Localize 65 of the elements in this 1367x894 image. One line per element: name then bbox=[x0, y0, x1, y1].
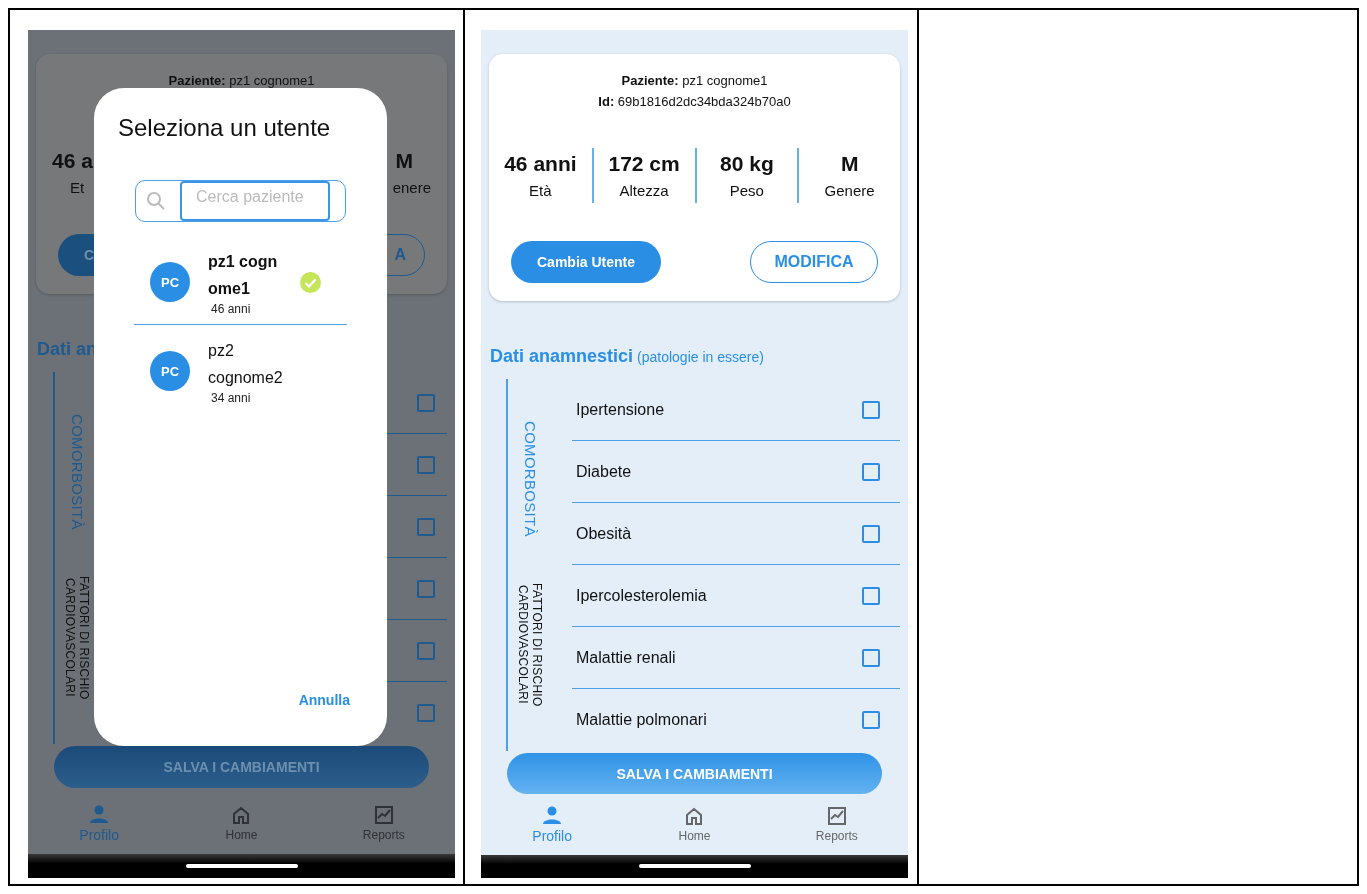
stat-label: Genere bbox=[824, 182, 875, 199]
person-icon bbox=[542, 804, 563, 825]
stat-value: 46 a bbox=[52, 149, 93, 173]
stat-label: Età bbox=[529, 182, 552, 199]
save-button[interactable]: SALVA I CAMBIAMENTI bbox=[54, 746, 429, 788]
chart-icon bbox=[826, 805, 847, 826]
chart-icon bbox=[373, 804, 394, 825]
condition-label: Ipercolesterolemia bbox=[576, 586, 707, 605]
stat-value: M bbox=[395, 149, 413, 173]
checkbox[interactable] bbox=[862, 586, 880, 605]
stat-value: 172 cm bbox=[608, 152, 680, 176]
avatar: PC bbox=[150, 351, 190, 391]
search-icon bbox=[146, 191, 166, 211]
stat-value: 46 anni bbox=[504, 152, 577, 176]
stat-label: Peso bbox=[729, 182, 764, 199]
stat-value: 80 kg bbox=[720, 152, 774, 176]
user-name: pz2 cognome2 bbox=[208, 341, 282, 388]
group-label[interactable]: FATTORI DI RISCHIO CARDIOVASCOLARI bbox=[516, 579, 544, 710]
checkbox[interactable] bbox=[862, 462, 880, 481]
search-field[interactable]: Cerca paziente bbox=[135, 180, 346, 222]
avatar: PC bbox=[150, 262, 190, 302]
checkbox[interactable] bbox=[862, 400, 880, 419]
checkbox[interactable] bbox=[417, 704, 435, 722]
stat-label: Altezza bbox=[619, 182, 669, 199]
section-title: Dati anamnestici bbox=[490, 346, 634, 366]
checkbox[interactable] bbox=[417, 641, 435, 660]
user-list-item[interactable]: PC pz1 cognome1 46 anni bbox=[134, 244, 347, 325]
nav-tab[interactable]: Reports bbox=[765, 805, 908, 843]
nav-tab[interactable]: Profilo bbox=[481, 804, 624, 844]
stat-label: enere bbox=[392, 179, 431, 196]
checkbox[interactable] bbox=[417, 393, 435, 412]
checkbox[interactable] bbox=[417, 455, 435, 474]
check-circle-icon bbox=[300, 271, 321, 293]
nav-tab[interactable]: Home bbox=[623, 805, 766, 843]
checkbox[interactable] bbox=[862, 648, 880, 667]
condition-label: Malattie renali bbox=[576, 648, 676, 667]
condition-label: Diabete bbox=[576, 462, 632, 481]
condition-label: Malattie polmonari bbox=[576, 711, 707, 729]
checkbox[interactable] bbox=[417, 517, 435, 536]
group-label[interactable]: FATTORI DI RISCHIO CARDIOVASCOLARI bbox=[63, 572, 91, 703]
condition-label: Ipertensione bbox=[576, 400, 665, 419]
user-age: 46 anni bbox=[211, 302, 252, 316]
group-label[interactable]: COMORBOSITÀ bbox=[523, 420, 537, 537]
change-user-button[interactable]: Cambia Utente bbox=[511, 241, 662, 283]
section-subtitle: (patologie in essere) bbox=[637, 349, 764, 365]
user-name: pz1 cognome1 bbox=[208, 252, 279, 299]
dialog-title: Seleziona un utente bbox=[118, 114, 332, 142]
stat-value: M bbox=[840, 152, 859, 176]
nav-tab[interactable]: Reports bbox=[312, 804, 455, 842]
home-icon bbox=[684, 805, 705, 826]
checkbox[interactable] bbox=[862, 711, 880, 729]
user-list-item[interactable]: PC pz2 cognome2 34 anni bbox=[134, 333, 347, 413]
checkbox[interactable] bbox=[417, 579, 435, 598]
patient-id: Id: 69b1816d2dc34bda324b70a0 bbox=[597, 93, 792, 111]
save-button[interactable]: SALVA I CAMBIAMENTI bbox=[507, 753, 882, 795]
stat-label: Et bbox=[70, 179, 85, 196]
user-age: 34 anni bbox=[211, 391, 252, 405]
patient-name: Paziente: pz1 cognome1 bbox=[167, 72, 316, 90]
person-icon bbox=[89, 803, 110, 824]
cancel-button[interactable]: Annulla bbox=[298, 692, 350, 708]
checkbox[interactable] bbox=[862, 524, 880, 543]
nav-tab[interactable]: Home bbox=[170, 804, 313, 842]
home-icon bbox=[231, 804, 252, 825]
patient-name: Paziente: pz1 cognome1 bbox=[620, 72, 769, 90]
condition-label: Obesità bbox=[576, 524, 632, 543]
